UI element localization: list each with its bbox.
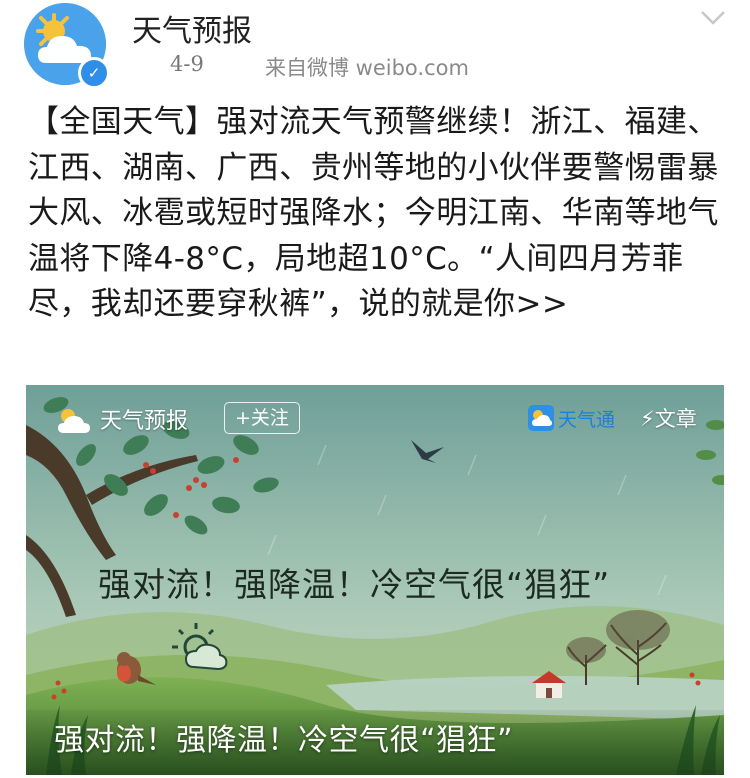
follow-button[interactable]: +关注	[224, 402, 300, 434]
sun-cloud-icon	[54, 403, 92, 439]
article-link[interactable]: ⚡文章	[640, 403, 697, 433]
card-caption[interactable]: 强对流！强降温！冷空气很“猖狂”	[54, 715, 513, 759]
card-headline: 强对流！强降温！冷空气很“猖狂”	[98, 565, 611, 604]
verified-badge-icon: ✓	[78, 57, 110, 89]
weather-app-icon	[528, 405, 554, 431]
post-header: ✓ 天气预报 4-9 来自微博 weibo.com	[0, 0, 750, 95]
author-name[interactable]: 天气预报	[132, 6, 252, 50]
post-text: 【全国天气】强对流天气预警继续！浙江、福建、江西、湖南、广西、贵州等地的小伙伴要…	[28, 104, 719, 322]
post-meta: 4-9 来自微博 weibo.com	[170, 52, 469, 80]
post-date: 4-9	[170, 52, 204, 76]
card-author-name[interactable]: 天气预报	[100, 403, 188, 435]
post-source: 来自微博 weibo.com	[265, 56, 469, 80]
article-card[interactable]: 天气预报 +关注 天气通 ⚡文章 强对流！强降温！冷空气很“猖狂” 强对流！强降…	[26, 385, 724, 775]
chevron-down-icon[interactable]	[700, 8, 726, 28]
app-name: 天气通	[558, 409, 616, 431]
